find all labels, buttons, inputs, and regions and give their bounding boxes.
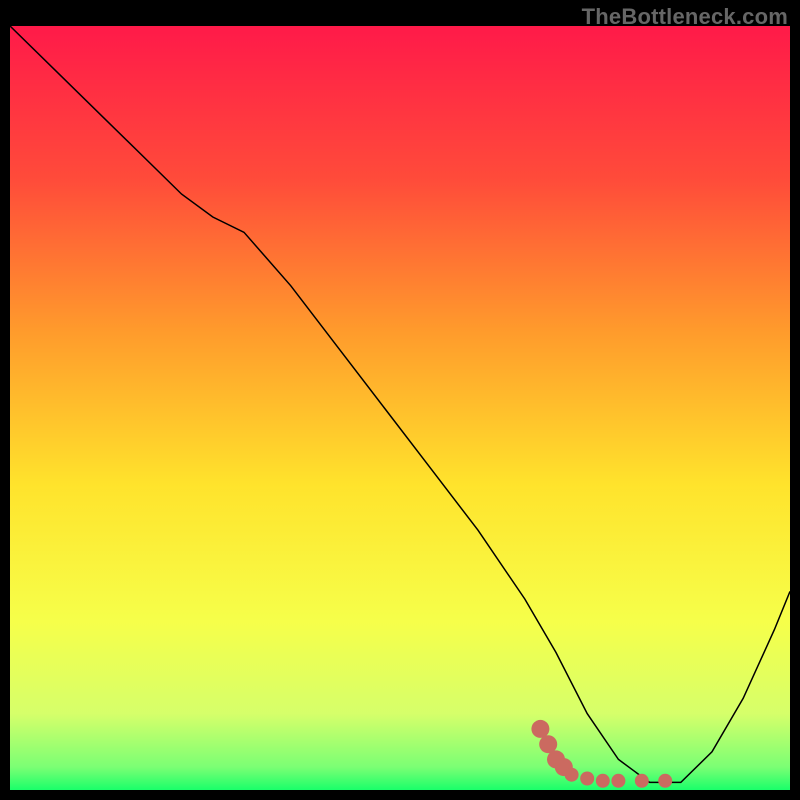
watermark-text: TheBottleneck.com xyxy=(582,4,788,30)
bottleneck-chart xyxy=(10,26,790,790)
marker-dot xyxy=(580,772,594,786)
marker-dot xyxy=(531,720,549,738)
marker-dot xyxy=(596,774,610,788)
marker-dot xyxy=(539,735,557,753)
marker-dot xyxy=(658,774,672,788)
marker-dot xyxy=(635,774,649,788)
marker-dot xyxy=(611,774,625,788)
marker-dot xyxy=(565,768,579,782)
